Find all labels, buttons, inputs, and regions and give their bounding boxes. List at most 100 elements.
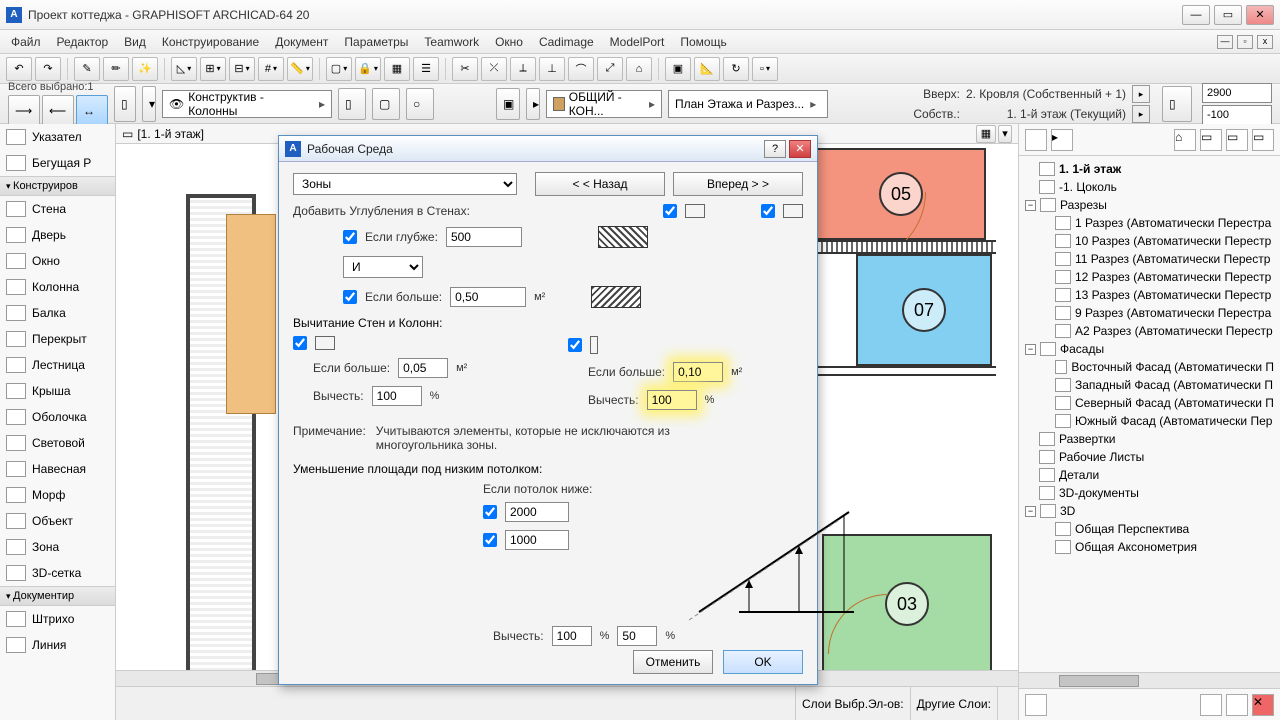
h2-input[interactable] bbox=[505, 530, 569, 550]
if-deeper-check[interactable] bbox=[343, 230, 357, 244]
nav-elevation-item[interactable]: Западный Фасад (Автоматически П bbox=[1021, 376, 1278, 394]
menu-file[interactable]: Файл bbox=[3, 32, 49, 52]
sub3-v2-input[interactable] bbox=[617, 626, 657, 646]
window-tool[interactable]: Окно bbox=[0, 248, 115, 274]
own-arrow-button[interactable]: ▸ bbox=[1132, 105, 1150, 123]
forward-button[interactable]: Вперед > > bbox=[673, 172, 803, 196]
nav-story-basement[interactable]: -1. Цоколь bbox=[1021, 178, 1278, 196]
column-settings-button[interactable]: ▯ bbox=[114, 86, 136, 122]
nav-section-item[interactable]: 10 Разрез (Автоматически Перестр bbox=[1021, 232, 1278, 250]
canvas-opt1-button[interactable]: ▦ bbox=[976, 125, 996, 143]
3d-button[interactable]: ▣ bbox=[665, 57, 691, 81]
roof-tool[interactable]: Крыша bbox=[0, 378, 115, 404]
layer-button[interactable]: ▢ bbox=[326, 57, 352, 81]
dialog-help-button[interactable]: ? bbox=[764, 140, 786, 158]
layer-combo[interactable]: 👁 Конструктив - Колонны ▸ bbox=[162, 90, 332, 118]
rotate-button[interactable]: ↻ bbox=[723, 57, 749, 81]
eyedrop-button[interactable]: ✎ bbox=[74, 57, 100, 81]
menu-modelport[interactable]: ModelPort bbox=[602, 32, 673, 52]
nav-section-item[interactable]: А2 Разрез (Автоматически Перестр bbox=[1021, 322, 1278, 340]
nav-section-item[interactable]: 13 Разрез (Автоматически Перестр bbox=[1021, 286, 1278, 304]
recess-check1[interactable] bbox=[663, 204, 677, 218]
selmode3-button[interactable]: ↔ bbox=[76, 95, 108, 127]
top-arrow-button[interactable]: ▸ bbox=[1132, 85, 1150, 103]
stair-tool[interactable]: Лестница bbox=[0, 352, 115, 378]
ruler-button[interactable]: 📏 bbox=[287, 57, 313, 81]
nav-3d-group[interactable]: −3D bbox=[1021, 502, 1278, 520]
snap-button[interactable]: ◺ bbox=[171, 57, 197, 81]
nav-section-item[interactable]: 11 Разрез (Автоматически Перестр bbox=[1021, 250, 1278, 268]
split-button[interactable]: ⤫ bbox=[481, 57, 507, 81]
nav-story1[interactable]: 1. 1-й этаж bbox=[1021, 160, 1278, 178]
if-deeper-input[interactable] bbox=[446, 227, 522, 247]
mdi-restore-icon[interactable]: ▫ bbox=[1237, 35, 1253, 49]
mesh-tool[interactable]: 3D-сетка bbox=[0, 560, 115, 586]
fill-tool[interactable]: Штрихо bbox=[0, 606, 115, 632]
nav-elevation-item[interactable]: Восточный Фасад (Автоматически П bbox=[1021, 358, 1278, 376]
canvas-opt1-drop[interactable]: ▾ bbox=[998, 125, 1012, 143]
dialog-close-button[interactable]: ✕ bbox=[789, 140, 811, 158]
h1-input[interactable] bbox=[505, 502, 569, 522]
morph-tool[interactable]: Морф bbox=[0, 482, 115, 508]
if-larger1-check[interactable] bbox=[343, 290, 357, 304]
menu-edit[interactable]: Редактор bbox=[49, 32, 117, 52]
story-button[interactable]: ▣ bbox=[496, 88, 520, 120]
guide-button[interactable]: ⊟ bbox=[229, 57, 255, 81]
slab-tool[interactable]: Перекрыт bbox=[0, 326, 115, 352]
nav-mode1-button[interactable] bbox=[1025, 129, 1047, 151]
if-larger3-input[interactable] bbox=[673, 362, 723, 382]
nav-worksheets[interactable]: Рабочие Листы bbox=[1021, 448, 1278, 466]
menu-help[interactable]: Помощь bbox=[672, 32, 734, 52]
subtract1-input[interactable] bbox=[372, 386, 422, 406]
pointer-tool[interactable]: Указател bbox=[0, 124, 115, 150]
match-button[interactable]: ▦ bbox=[384, 57, 410, 81]
toolbox-construct-section[interactable]: Конструиров bbox=[0, 176, 115, 196]
h1-check[interactable] bbox=[483, 505, 497, 519]
if-larger1-input[interactable] bbox=[450, 287, 526, 307]
nav-delete-button[interactable]: ✕ bbox=[1252, 694, 1274, 716]
sub3-v1-input[interactable] bbox=[552, 626, 592, 646]
h2-check[interactable] bbox=[483, 533, 497, 547]
door-tool[interactable]: Дверь bbox=[0, 222, 115, 248]
nav-new-button[interactable] bbox=[1200, 694, 1222, 716]
wall-tool[interactable]: Стена bbox=[0, 196, 115, 222]
zone-tool[interactable]: Зона bbox=[0, 534, 115, 560]
curtainwall-tool[interactable]: Навесная bbox=[0, 456, 115, 482]
wand-button[interactable]: ✨ bbox=[132, 57, 158, 81]
nav-hscroll[interactable] bbox=[1019, 672, 1280, 688]
column-subtract-check[interactable] bbox=[568, 338, 582, 352]
nav-sections-group[interactable]: −Разрезы bbox=[1021, 196, 1278, 214]
menu-document[interactable]: Документ bbox=[267, 32, 336, 52]
resize-button[interactable]: ⤢ bbox=[597, 57, 623, 81]
undo-button[interactable]: ↶ bbox=[6, 57, 32, 81]
menu-teamwork[interactable]: Teamwork bbox=[416, 32, 487, 52]
pen-combo[interactable]: ОБЩИЙ - КОН... ▸ bbox=[546, 90, 662, 118]
menu-options[interactable]: Параметры bbox=[336, 32, 416, 52]
nav-tab2-button[interactable]: ▭ bbox=[1200, 129, 1222, 151]
lock-button[interactable]: 🔒 bbox=[355, 57, 381, 81]
geom3-button[interactable]: ○ bbox=[406, 88, 434, 120]
menu-view[interactable]: Вид bbox=[116, 32, 154, 52]
measure-button[interactable]: 📐 bbox=[694, 57, 720, 81]
intersect-button[interactable]: ⊥ bbox=[539, 57, 565, 81]
story-more-button[interactable]: ▸ bbox=[526, 88, 540, 120]
nav-section-item[interactable]: 9 Разрез (Автоматически Перестра bbox=[1021, 304, 1278, 322]
nav-elevation-item[interactable]: Южный Фасад (Автоматически Пер bbox=[1021, 412, 1278, 430]
mdi-close-icon[interactable]: x bbox=[1257, 35, 1273, 49]
menu-design[interactable]: Конструирование bbox=[154, 32, 267, 52]
redo-button[interactable]: ↷ bbox=[35, 57, 61, 81]
adjust-button[interactable]: ⟂ bbox=[510, 57, 536, 81]
nav-details[interactable]: Детали bbox=[1021, 466, 1278, 484]
mdi-minimize-icon[interactable]: — bbox=[1217, 35, 1233, 49]
display-combo[interactable]: План Этажа и Разрез... ▸ bbox=[668, 90, 828, 118]
nav-3d-axon[interactable]: Общая Аксонометрия bbox=[1021, 538, 1278, 556]
height-top-input[interactable] bbox=[1202, 83, 1272, 103]
back-button[interactable]: < < Назад bbox=[535, 172, 665, 196]
ok-button[interactable]: OK bbox=[723, 650, 803, 674]
line-tool[interactable]: Линия bbox=[0, 632, 115, 658]
view-button[interactable]: ▫ bbox=[752, 57, 778, 81]
category-select[interactable]: Зоны bbox=[293, 173, 517, 195]
fillet-button[interactable]: ⌒ bbox=[568, 57, 594, 81]
home-button[interactable]: ⌂ bbox=[626, 57, 652, 81]
selmode1-button[interactable]: ⟶ bbox=[8, 95, 40, 127]
